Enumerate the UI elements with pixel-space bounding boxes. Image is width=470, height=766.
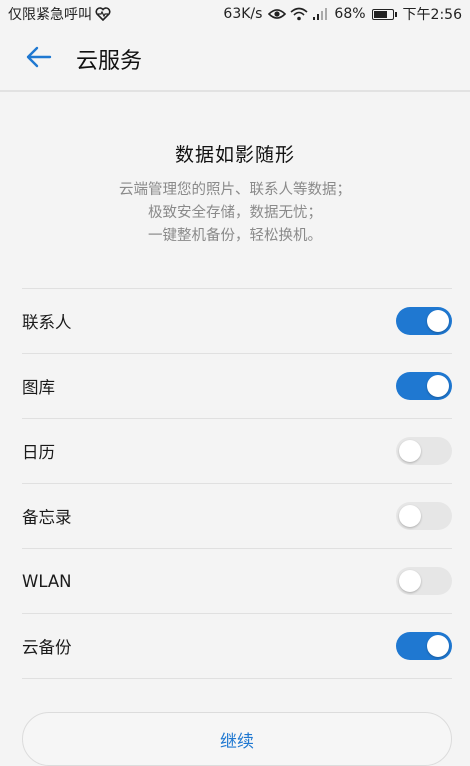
sync-item-cloud-backup: 云备份 (22, 614, 452, 679)
battery-percent: 68% (334, 6, 366, 22)
sync-item-label: 图库 (22, 378, 55, 397)
sync-item-label: 日历 (22, 443, 55, 462)
continue-button[interactable]: 继续 (22, 712, 452, 766)
sync-item-label: 备忘录 (22, 508, 72, 527)
sync-item-calendar: 日历 (22, 419, 452, 484)
toggle-knob (399, 570, 421, 592)
app-bar: 云服务 (0, 28, 470, 92)
notes-toggle[interactable] (396, 502, 452, 530)
calendar-toggle[interactable] (396, 437, 452, 465)
toggle-knob (427, 375, 449, 397)
cloud-backup-toggle[interactable] (396, 632, 452, 660)
toggle-knob (399, 505, 421, 527)
gallery-toggle[interactable] (396, 372, 452, 400)
status-time: 下午2:56 (402, 7, 462, 23)
page-title: 云服务 (76, 49, 143, 74)
intro-section: 数据如影随形 云端管理您的照片、联系人等数据； 极致安全存储，数据无忧； 一键整… (0, 140, 470, 248)
wlan-toggle[interactable] (396, 567, 452, 595)
status-right: 63K/s 68% 下午2:56 (223, 4, 462, 24)
sync-item-gallery: 图库 (22, 354, 452, 419)
contacts-toggle[interactable] (396, 307, 452, 335)
emergency-calls-text: 仅限紧急呼叫 (8, 7, 92, 23)
sync-item-notes: 备忘录 (22, 484, 452, 549)
sync-options-list: 联系人 图库 日历 备忘录 WLAN 云备份 (22, 288, 452, 679)
intro-title: 数据如影随形 (174, 144, 295, 166)
arrow-left-icon (24, 45, 52, 73)
back-button[interactable] (18, 39, 58, 79)
intro-description: 云端管理您的照片、联系人等数据； 极致安全存储，数据无忧； 一键整机备份，轻松换… (0, 179, 470, 248)
status-left: 仅限紧急呼叫 (8, 4, 111, 24)
sync-item-label: 云备份 (22, 638, 72, 657)
status-bar: 仅限紧急呼叫 63K/s 68% 下午2:56 (0, 0, 470, 28)
sync-item-wlan: WLAN (22, 549, 452, 614)
toggle-knob (427, 310, 449, 332)
intro-line: 一键整机备份，轻松换机。 (148, 228, 322, 244)
sync-item-label: WLAN (22, 571, 72, 591)
signal-icon (312, 7, 328, 21)
intro-line: 极致安全存储，数据无忧； (148, 205, 322, 221)
heart-pulse-icon (95, 7, 111, 22)
eye-icon (268, 7, 287, 21)
network-speed: 63K/s (223, 6, 263, 22)
intro-line: 云端管理您的照片、联系人等数据； (119, 182, 351, 198)
sync-item-contacts: 联系人 (22, 289, 452, 354)
toggle-knob (399, 440, 421, 462)
wifi-icon (290, 7, 308, 21)
battery-icon (371, 8, 397, 20)
toggle-knob (427, 635, 449, 657)
sync-item-label: 联系人 (22, 313, 72, 332)
